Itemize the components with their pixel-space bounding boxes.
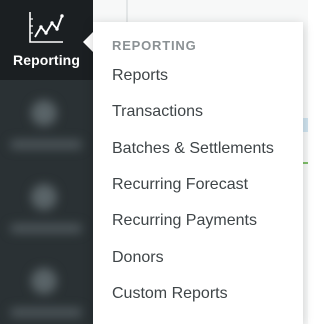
menu-item-recurring-payments[interactable]: Recurring Payments <box>112 212 257 230</box>
menu-item-batches-settlements[interactable]: Batches & Settlements <box>112 140 274 158</box>
obscured-label <box>10 140 82 149</box>
line-chart-icon <box>29 12 64 43</box>
menu-item-custom-reports[interactable]: Custom Reports <box>112 285 228 303</box>
reporting-dropdown-menu: REPORTING Reports Transactions Batches &… <box>93 22 303 324</box>
sidebar-item-obscured[interactable] <box>0 170 93 250</box>
menu-item-recurring-forecast[interactable]: Recurring Forecast <box>112 176 248 194</box>
obscured-label <box>10 308 82 317</box>
menu-item-transactions[interactable]: Transactions <box>112 103 203 121</box>
background-glimpse <box>303 162 308 164</box>
menu-item-reports[interactable]: Reports <box>112 67 168 85</box>
sidebar-item-reporting[interactable]: Reporting <box>0 0 93 80</box>
sidebar-item-obscured[interactable] <box>0 254 93 324</box>
menu-item-donors[interactable]: Donors <box>112 249 164 267</box>
obscured-icon <box>31 268 57 294</box>
background-glimpse <box>303 118 308 132</box>
obscured-icon <box>31 100 57 126</box>
obscured-label <box>10 224 82 233</box>
sidebar: Reporting <box>0 0 93 324</box>
sidebar-item-obscured[interactable] <box>0 86 93 166</box>
sidebar-item-label: Reporting <box>12 52 80 68</box>
obscured-icon <box>31 184 57 210</box>
menu-header: REPORTING <box>112 38 197 53</box>
